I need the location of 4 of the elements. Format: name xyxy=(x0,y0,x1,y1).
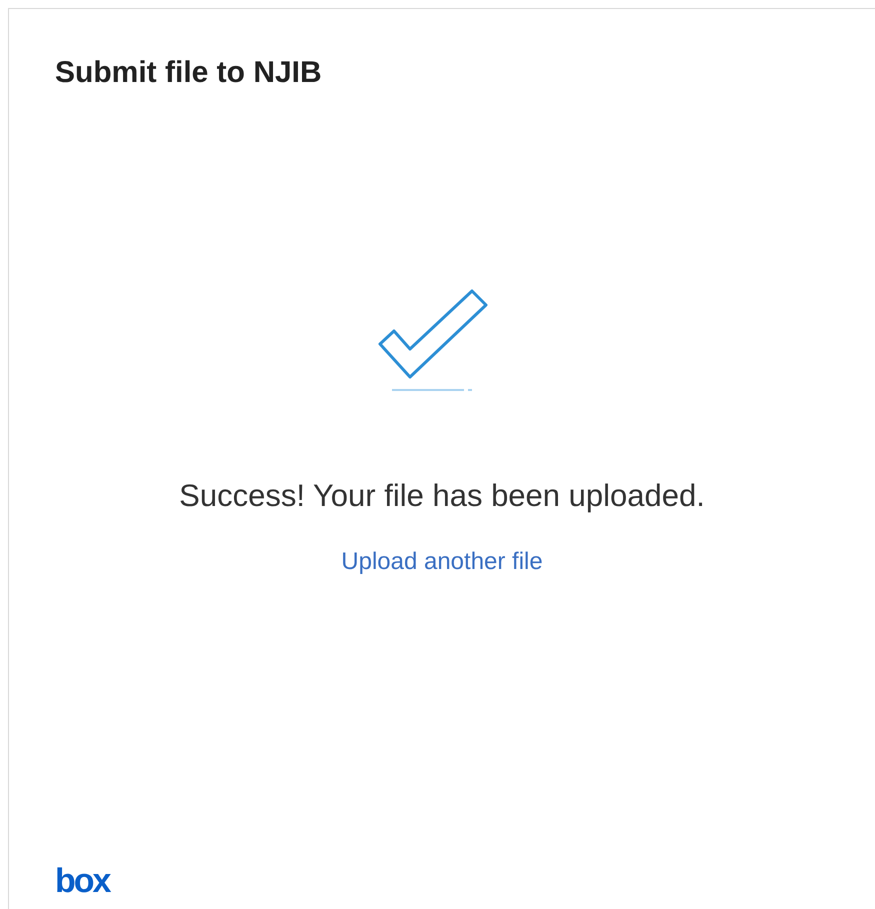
dialog-title: Submit file to NJIB xyxy=(55,55,322,91)
upload-another-link[interactable]: Upload another file xyxy=(341,547,543,577)
box-logo: box xyxy=(55,863,110,899)
success-message: Success! Your file has been uploaded. xyxy=(179,477,705,515)
